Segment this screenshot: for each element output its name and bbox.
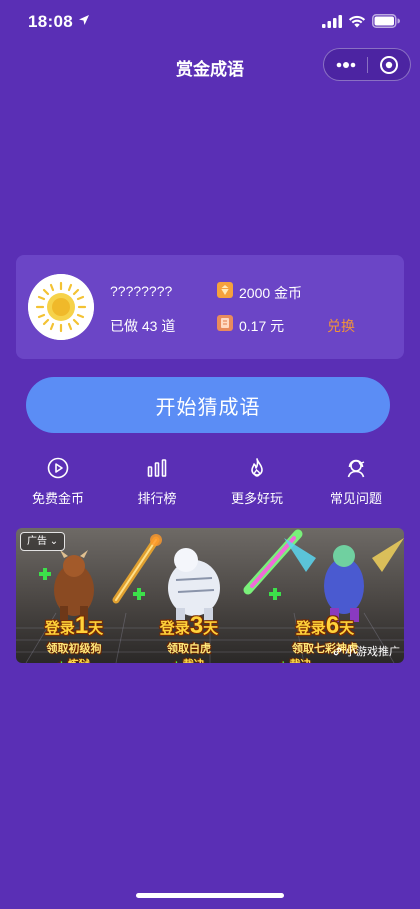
- promo-login-text: 登录1天: [22, 612, 126, 640]
- ad-tag[interactable]: 广告 ⌄: [20, 532, 66, 551]
- promo-login-prefix: 登录: [44, 620, 75, 637]
- promo-login-suffix: 天: [88, 620, 104, 637]
- wifi-icon: [348, 15, 366, 28]
- promo-bonus-label: 裁决: [289, 659, 311, 663]
- done-count: 43: [141, 318, 158, 334]
- cash-icon: [217, 315, 233, 331]
- promo-bonus: + 炼狱: [22, 656, 126, 663]
- questions-done: 已做 43 道: [110, 316, 175, 336]
- flame-icon: [251, 458, 263, 477]
- location-arrow-icon: [79, 15, 89, 25]
- promo-reward: 领取白虎: [167, 643, 211, 655]
- ad-banner[interactable]: 广告 ⌄ 登录1天 领取初级狗 + 炼狱 登录3天 领取白虎 + 裁决 登录6天…: [16, 528, 404, 663]
- status-bar: 18:08: [0, 0, 420, 44]
- link-icon: [333, 647, 342, 655]
- status-time: 18:08: [28, 12, 73, 31]
- cellular-signal-icon: [322, 15, 342, 28]
- menu-leaderboard[interactable]: 排行榜: [112, 456, 202, 510]
- menu-label: 常见问题: [329, 491, 382, 506]
- promo-login-text: 登录3天: [134, 612, 244, 640]
- promo-days: 6: [325, 612, 340, 639]
- promo-day-1: 登录1天 领取初级狗 + 炼狱: [22, 612, 126, 663]
- promo-day-3: 登录3天 领取白虎 + 裁决: [134, 612, 244, 663]
- bar-chart-icon: [147, 459, 167, 477]
- menu-more-fun[interactable]: 更多好玩: [212, 456, 302, 510]
- cash-balance: 0.17 元: [239, 318, 285, 334]
- user-card: ???????? 已做 43 道 2000 金币 0.17 元 兑换: [16, 255, 404, 359]
- promo-login-prefix: 登录: [159, 620, 190, 637]
- ad-tag-label: 广告: [27, 536, 47, 547]
- coin-icon: [217, 282, 233, 298]
- done-suffix: 道: [161, 318, 176, 334]
- start-game-button[interactable]: 开始猜成语: [26, 377, 390, 433]
- menu-label: 排行榜: [137, 491, 177, 506]
- promo-login-text: 登录6天: [270, 612, 380, 640]
- menu-faq[interactable]: 常见问题: [311, 456, 401, 510]
- avatar[interactable]: [28, 274, 94, 340]
- home-indicator[interactable]: [136, 893, 284, 898]
- promo-login-prefix: 登录: [295, 620, 326, 637]
- more-button[interactable]: [324, 49, 367, 80]
- menu-free-coins[interactable]: 免费金币: [13, 456, 103, 510]
- support-agent-icon: [347, 459, 365, 478]
- promo-days: 1: [74, 612, 89, 639]
- mini-game-label: 小游戏推广: [345, 646, 400, 658]
- promo-reward: 领取初级狗: [46, 643, 102, 655]
- mini-program-capsule: [323, 48, 411, 81]
- close-button[interactable]: [368, 49, 410, 80]
- promo-login-suffix: 天: [339, 620, 355, 637]
- sun-avatar-icon: [28, 274, 94, 340]
- battery-icon: [372, 14, 400, 28]
- username: ????????: [110, 283, 173, 299]
- promo-bonus-label: 裁决: [183, 659, 205, 663]
- menu-label: 更多好玩: [230, 491, 283, 506]
- menu-label: 免费金币: [31, 491, 84, 506]
- play-circle-icon: [47, 457, 69, 479]
- coin-balance: 2000 金币: [239, 285, 303, 301]
- promo-days: 3: [189, 612, 204, 639]
- promo-bonus-label: 炼狱: [68, 659, 90, 663]
- done-prefix: 已做: [110, 318, 138, 334]
- mini-game-promo-label[interactable]: 小游戏推广: [332, 643, 400, 659]
- promo-bonus: + 裁决: [134, 656, 244, 663]
- close-target-icon: [380, 55, 398, 74]
- more-dots-icon: [336, 61, 355, 68]
- exchange-link[interactable]: 兑换: [327, 316, 355, 336]
- promo-login-suffix: 天: [203, 620, 219, 637]
